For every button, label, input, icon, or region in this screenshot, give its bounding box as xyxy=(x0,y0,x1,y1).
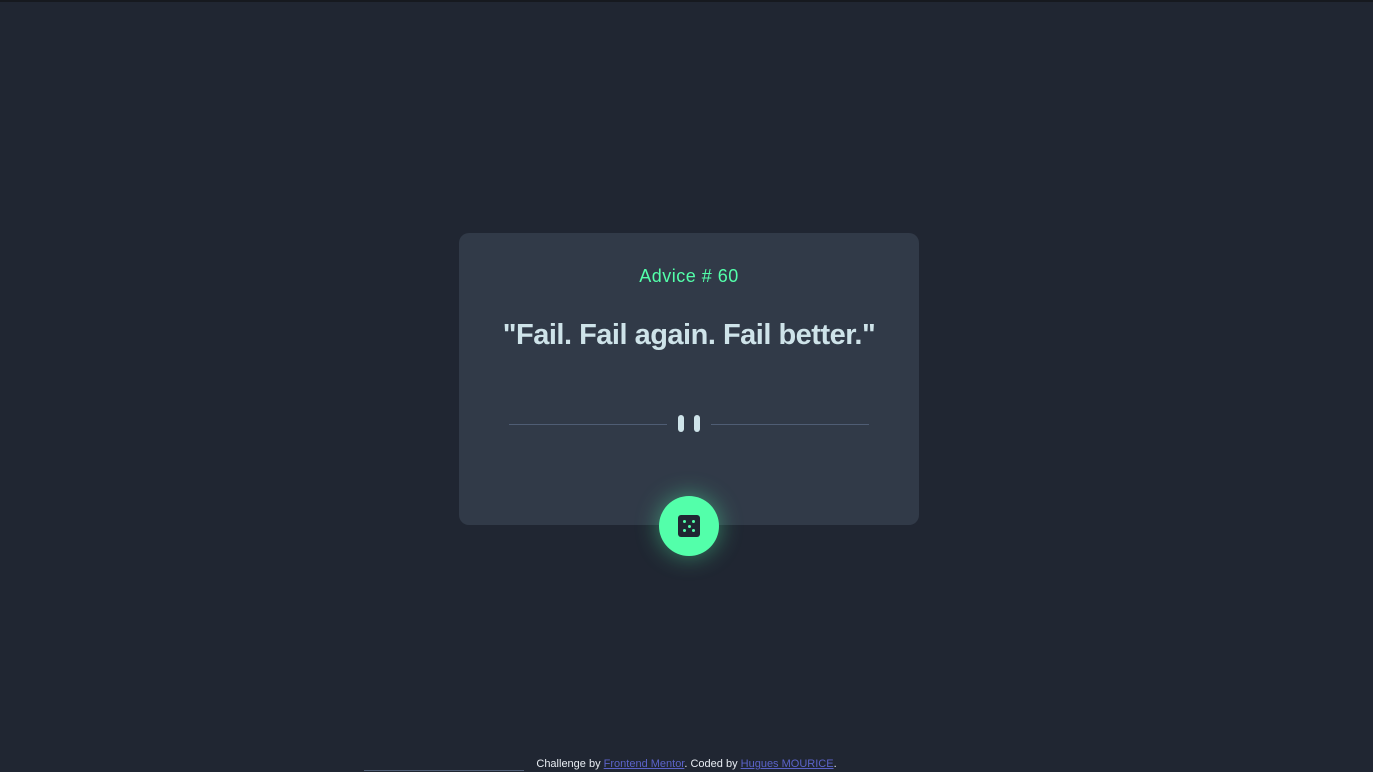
top-edge xyxy=(0,0,1373,2)
pattern-divider xyxy=(509,414,869,434)
advice-quote: "Fail. Fail again. Fail better." xyxy=(502,319,876,351)
author-link[interactable]: Hugues MOURICE xyxy=(741,758,834,770)
attribution-suffix: . xyxy=(833,758,837,770)
frontend-mentor-link[interactable]: Frontend Mentor xyxy=(604,758,685,770)
dice-icon xyxy=(678,515,700,537)
advice-number: Advice # 60 xyxy=(639,266,739,286)
footer-divider xyxy=(364,770,524,771)
attribution-middle: . Coded by xyxy=(684,758,741,770)
pause-icon xyxy=(678,415,700,432)
divider-line-left xyxy=(509,424,667,425)
attribution-prefix: Challenge by xyxy=(536,758,604,770)
advice-card: Advice # 60 "Fail. Fail again. Fail bett… xyxy=(459,233,919,525)
attribution: Challenge by Frontend Mentor. Coded by H… xyxy=(0,757,1373,772)
new-advice-button[interactable] xyxy=(659,496,719,556)
divider-line-right xyxy=(711,424,869,425)
